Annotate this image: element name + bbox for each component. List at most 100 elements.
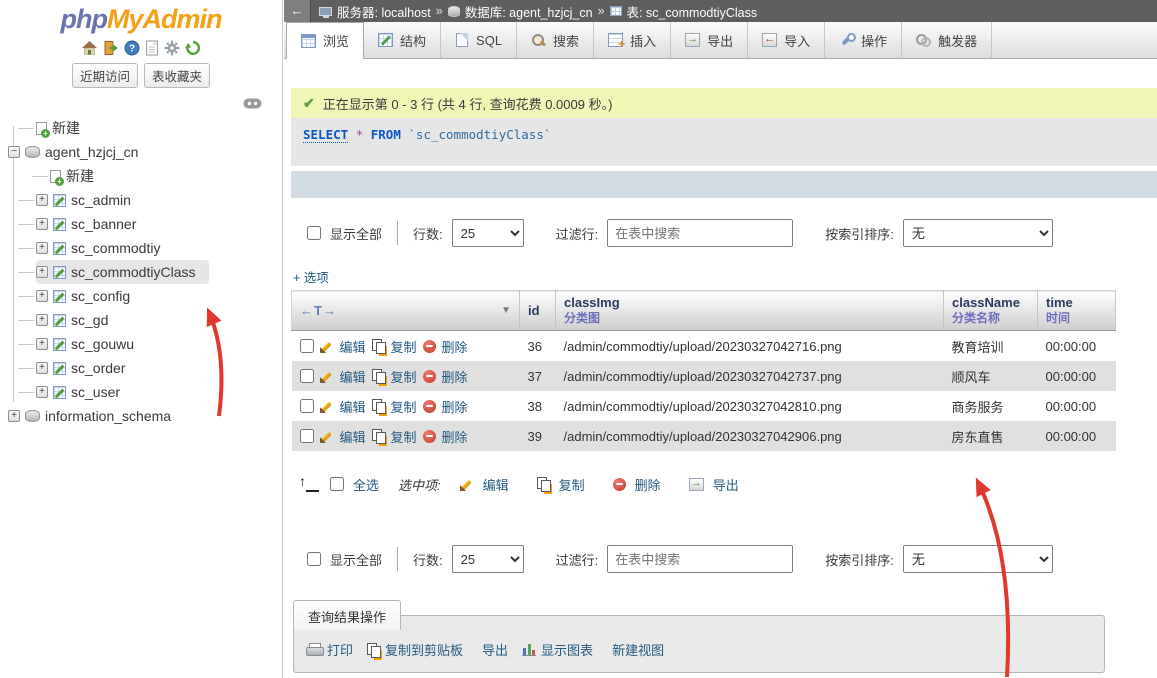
tree-item[interactable]: + sc_commodtiy bbox=[36, 236, 282, 260]
query-toolbar-strip bbox=[291, 171, 1157, 198]
column-header-classimg[interactable]: classImg 分类图 bbox=[556, 291, 944, 331]
row-checkbox[interactable] bbox=[300, 369, 314, 383]
panel-collapse-icon[interactable] bbox=[243, 96, 262, 113]
logout-icon[interactable] bbox=[103, 40, 119, 56]
row-edit-link[interactable]: 编辑 bbox=[340, 427, 366, 446]
check-all-checkbox[interactable] bbox=[330, 477, 344, 491]
expand-toggle-icon[interactable]: + bbox=[36, 338, 48, 350]
back-button[interactable]: ← bbox=[284, 0, 311, 22]
query-op-link[interactable]: 新建视图 bbox=[607, 640, 664, 659]
selected-export-link[interactable]: 导出 bbox=[713, 475, 739, 494]
query-op-link[interactable]: 打印 bbox=[306, 640, 353, 659]
recent-tables-button[interactable]: 近期访问 bbox=[72, 63, 138, 88]
tree-item[interactable]: + information_schema bbox=[8, 404, 282, 428]
expand-toggle-icon[interactable]: + bbox=[36, 314, 48, 326]
row-checkbox[interactable] bbox=[300, 399, 314, 413]
help-icon[interactable]: ? bbox=[124, 40, 140, 56]
sort-by-key-select[interactable]: 无 bbox=[903, 219, 1053, 247]
check-all-link[interactable]: 全选 bbox=[353, 475, 379, 494]
row-edit-link[interactable]: 编辑 bbox=[340, 337, 366, 356]
show-all-checkbox[interactable] bbox=[307, 552, 321, 566]
row-copy-link[interactable]: 复制 bbox=[391, 397, 417, 416]
row-copy-link[interactable]: 复制 bbox=[391, 337, 417, 356]
tree-item[interactable]: 新建 bbox=[36, 116, 282, 140]
breadcrumb-item[interactable]: 服务器: localhost » bbox=[319, 2, 443, 21]
row-copy-link[interactable]: 复制 bbox=[391, 427, 417, 446]
column-header-id[interactable]: id bbox=[520, 291, 556, 331]
docs-icon[interactable] bbox=[145, 40, 159, 56]
copy-icon bbox=[372, 399, 385, 413]
table-search-input[interactable] bbox=[607, 219, 793, 247]
sql-keyword-select[interactable]: SELECT bbox=[303, 127, 348, 143]
query-op-link[interactable]: 导出 bbox=[477, 640, 508, 659]
table-search-input[interactable] bbox=[607, 545, 793, 573]
tab[interactable]: 搜索 bbox=[517, 22, 594, 58]
rows-count-select[interactable]: 25 bbox=[452, 219, 524, 247]
expand-toggle-icon[interactable]: + bbox=[36, 386, 48, 398]
favorite-tables-button[interactable]: 表收藏夹 bbox=[144, 63, 210, 88]
refresh-icon[interactable] bbox=[185, 40, 201, 56]
column-header-time[interactable]: time 时间 bbox=[1038, 291, 1116, 331]
table-row: 编辑 复制 删除 36 /admin/commodtiy/upload/2023… bbox=[292, 331, 1116, 362]
tree-item[interactable]: + sc_config bbox=[36, 284, 282, 308]
selected-delete-link[interactable]: 删除 bbox=[635, 475, 661, 494]
options-toggle-link[interactable]: + 选项 bbox=[293, 267, 329, 286]
column-header-classname[interactable]: className 分类名称 bbox=[944, 291, 1038, 331]
transpose-control[interactable]: ←T→ bbox=[300, 303, 337, 318]
row-delete-link[interactable]: 删除 bbox=[442, 397, 468, 416]
tree-node-label: sc_user bbox=[71, 384, 120, 400]
selected-edit-link[interactable]: 编辑 bbox=[483, 475, 509, 494]
expand-toggle-icon[interactable]: + bbox=[36, 290, 48, 302]
tab[interactable]: 浏览 bbox=[286, 22, 364, 59]
query-op-label: 打印 bbox=[327, 640, 353, 659]
column-subheader-classimg[interactable]: 分类图 bbox=[564, 311, 935, 326]
expand-toggle-icon[interactable]: − bbox=[8, 146, 20, 158]
tree-item[interactable]: + sc_order bbox=[36, 356, 282, 380]
sort-caret-icon[interactable]: ▼ bbox=[501, 305, 511, 316]
tab[interactable]: 结构 bbox=[364, 22, 441, 58]
query-op-link[interactable]: 复制到剪贴板 bbox=[367, 640, 463, 659]
tab-icon bbox=[608, 33, 623, 47]
row-checkbox[interactable] bbox=[300, 429, 314, 443]
tab[interactable]: SQL bbox=[441, 22, 517, 58]
expand-toggle-icon[interactable]: + bbox=[8, 410, 20, 422]
tree-item[interactable]: 新建 bbox=[50, 164, 282, 188]
expand-toggle-icon[interactable]: + bbox=[36, 266, 48, 278]
tree-item[interactable]: − agent_hzjcj_cn bbox=[8, 140, 282, 164]
tree-item[interactable]: + sc_banner bbox=[36, 212, 282, 236]
row-copy-link[interactable]: 复制 bbox=[391, 367, 417, 386]
row-delete-link[interactable]: 删除 bbox=[442, 367, 468, 386]
row-edit-link[interactable]: 编辑 bbox=[340, 397, 366, 416]
tree-item[interactable]: + sc_admin bbox=[36, 188, 282, 212]
home-icon[interactable] bbox=[81, 40, 98, 56]
column-subheader-classname[interactable]: 分类名称 bbox=[952, 311, 1029, 326]
settings-icon[interactable] bbox=[164, 40, 180, 56]
expand-toggle-icon[interactable]: + bbox=[36, 242, 48, 254]
selected-copy-link[interactable]: 复制 bbox=[559, 475, 585, 494]
column-subheader-time[interactable]: 时间 bbox=[1046, 311, 1107, 326]
filter-rows-label: 过滤行: bbox=[556, 550, 599, 569]
expand-toggle-icon[interactable]: + bbox=[36, 218, 48, 230]
show-all-checkbox[interactable] bbox=[307, 226, 321, 240]
row-edit-link[interactable]: 编辑 bbox=[340, 367, 366, 386]
tree-item[interactable]: + sc_gouwu bbox=[36, 332, 282, 356]
row-delete-link[interactable]: 删除 bbox=[442, 427, 468, 446]
tab[interactable]: 触发器 bbox=[902, 22, 992, 58]
expand-toggle-icon[interactable]: + bbox=[36, 362, 48, 374]
breadcrumb-item[interactable]: 表: sc_commodtiyClass bbox=[610, 2, 758, 21]
tab[interactable]: 导入 bbox=[748, 22, 825, 58]
tree-item[interactable]: + sc_gd bbox=[36, 308, 282, 332]
tab[interactable]: 操作 bbox=[825, 22, 902, 58]
tree-item[interactable]: + sc_commodtiyClass bbox=[36, 260, 209, 284]
tab[interactable]: 导出 bbox=[671, 22, 748, 58]
tree-node-icon bbox=[53, 290, 66, 303]
row-delete-link[interactable]: 删除 bbox=[442, 337, 468, 356]
breadcrumb-item[interactable]: 数据库: agent_hzjcj_cn » bbox=[448, 2, 605, 21]
query-op-link[interactable]: 显示图表 bbox=[522, 640, 593, 659]
tab[interactable]: 插入 bbox=[594, 22, 671, 58]
tree-item[interactable]: + sc_user bbox=[36, 380, 282, 404]
row-checkbox[interactable] bbox=[300, 339, 314, 353]
sort-by-key-select[interactable]: 无 bbox=[903, 545, 1053, 573]
rows-count-select[interactable]: 25 bbox=[452, 545, 524, 573]
expand-toggle-icon[interactable]: + bbox=[36, 194, 48, 206]
